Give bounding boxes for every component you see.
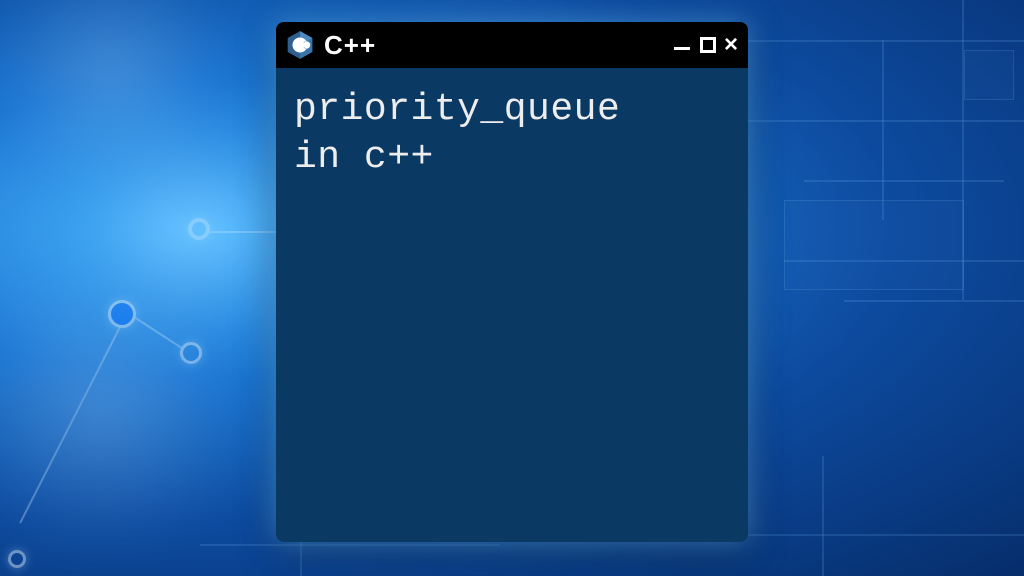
cpp-logo-icon: + + bbox=[286, 30, 314, 60]
window-controls: × bbox=[674, 33, 738, 57]
minimize-icon[interactable] bbox=[674, 36, 692, 54]
window-body: priority_queue in c++ bbox=[276, 68, 748, 542]
close-icon[interactable]: × bbox=[724, 33, 738, 57]
body-line-2: in c++ bbox=[294, 136, 434, 179]
body-line-1: priority_queue bbox=[294, 88, 620, 131]
maximize-icon[interactable] bbox=[700, 37, 716, 53]
titlebar: + + C++ × bbox=[276, 22, 748, 68]
window-title: C++ bbox=[324, 30, 664, 61]
terminal-window: + + C++ × priority_queue in c++ bbox=[276, 22, 748, 542]
